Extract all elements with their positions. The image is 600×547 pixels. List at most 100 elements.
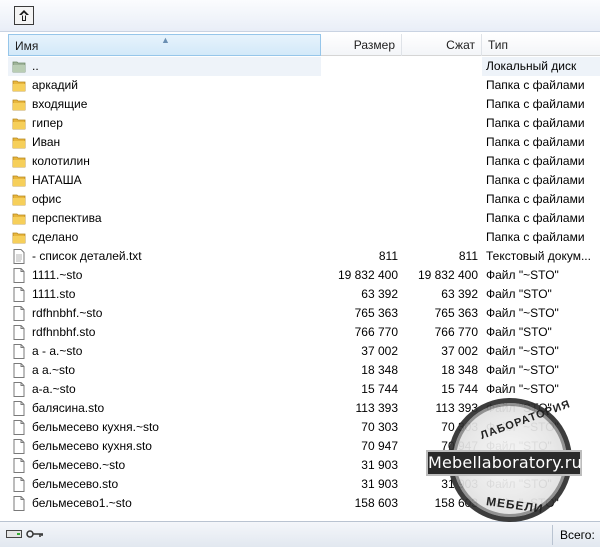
file-row[interactable]: 1111.~sto 19 832 400 19 832 400 Файл "~STO": [8, 266, 600, 285]
file-row[interactable]: rdfhnbhf.sto 766 770 766 770 Файл "STO": [8, 323, 600, 342]
row-type: Файл "STO": [486, 287, 552, 301]
file-row[interactable]: бельмесево.~sto 31 903 31 903 Файл "~STO": [8, 456, 600, 475]
row-type: Файл "STO": [486, 439, 552, 453]
folder-row[interactable]: аркадий Папка с файлами: [8, 76, 600, 95]
sort-arrow-icon: ▲: [161, 35, 170, 45]
column-header-type[interactable]: Тип: [482, 34, 600, 56]
row-name: rdfhnbhf.~sto: [32, 306, 103, 320]
column-header-size[interactable]: Размер: [321, 34, 402, 56]
file-list-pane[interactable]: ▲ Имя Размер Сжат Тип .. Локальный диск ар…: [0, 33, 600, 521]
folder-icon: [12, 116, 26, 131]
row-packed-size: 113 393: [435, 401, 479, 415]
row-name: аркадий: [32, 78, 78, 92]
folder-row[interactable]: входящие Папка с файлами: [8, 95, 600, 114]
row-name-cell: бельмесево.~sto: [8, 456, 321, 475]
row-size: 70 947: [361, 439, 398, 453]
row-name-cell: бельмесево.sto: [8, 475, 321, 494]
row-size: 31 903: [361, 477, 398, 491]
row-name: а а.~sto: [32, 363, 76, 377]
row-name-cell: офис: [8, 190, 321, 209]
folder-row[interactable]: сделано Папка с файлами: [8, 228, 600, 247]
row-name: бельмесево1.~sto: [32, 496, 132, 510]
row-packed-size: [402, 133, 482, 152]
column-header-name[interactable]: ▲ Имя: [8, 34, 321, 56]
file-row[interactable]: rdfhnbhf.~sto 765 363 765 363 Файл "~STO": [8, 304, 600, 323]
row-name-cell: бельмесево1.~sto: [8, 494, 321, 513]
file-row[interactable]: бельмесево.sto 31 903 31 903 Файл "STO": [8, 475, 600, 494]
row-name-cell: а-а.~sto: [8, 380, 321, 399]
row-name: ..: [32, 59, 39, 73]
file-row[interactable]: балясина.sto 113 393 113 393 Файл "STO": [8, 399, 600, 418]
folder-row[interactable]: Иван Папка с файлами: [8, 133, 600, 152]
status-total-label: Всего:: [560, 528, 595, 542]
column-header-type-label: Тип: [488, 38, 509, 52]
key-icon[interactable]: [26, 528, 44, 542]
row-size: 766 770: [354, 325, 398, 339]
row-packed-size: 18 348: [441, 363, 478, 377]
row-name: НАТАША: [32, 173, 82, 187]
row-type: Файл "~STO": [486, 268, 559, 282]
row-type: Папка с файлами: [486, 230, 585, 244]
file-row[interactable]: а а.~sto 18 348 18 348 Файл "~STO": [8, 361, 600, 380]
file-row[interactable]: а - а.~sto 37 002 37 002 Файл "~STO": [8, 342, 600, 361]
file-row[interactable]: бельмесево1.~sto 158 603 158 603 Файл "~STO…: [8, 494, 600, 513]
row-packed-size: 15 744: [441, 382, 478, 396]
row-name: Иван: [32, 135, 61, 149]
file-row[interactable]: 1111.sto 63 392 63 392 Файл "STO": [8, 285, 600, 304]
row-name: бельмесево кухня.sto: [32, 439, 152, 453]
row-size: [321, 95, 402, 114]
row-size: 15 744: [361, 382, 398, 396]
row-name: бельмесево.~sto: [32, 458, 126, 472]
folder-icon: [12, 192, 26, 207]
row-name-cell: колотилин: [8, 152, 321, 171]
row-type: Папка с файлами: [486, 173, 585, 187]
row-name: 1111.~sto: [32, 268, 83, 282]
row-packed-size: [402, 57, 482, 76]
folder-row[interactable]: НАТАША Папка с файлами: [8, 171, 600, 190]
row-name: перспектива: [32, 211, 102, 225]
parent-folder-row[interactable]: .. Локальный диск: [8, 57, 600, 76]
row-type: Файл "STO": [486, 477, 552, 491]
folder-row[interactable]: офис Папка с файлами: [8, 190, 600, 209]
row-size: 765 363: [354, 306, 398, 320]
row-name: а-а.~sto: [32, 382, 76, 396]
row-packed-size: 31 903: [441, 477, 478, 491]
column-header-packed[interactable]: Сжат: [402, 34, 482, 56]
row-name: 1111.sto: [32, 287, 76, 301]
row-name-cell: перспектива: [8, 209, 321, 228]
parent-folder-icon: [12, 59, 26, 74]
file-icon: [12, 420, 26, 435]
file-row[interactable]: бельмесево кухня.sto 70 947 70 947 Файл "ST…: [8, 437, 600, 456]
folder-icon: [12, 78, 26, 93]
row-name-cell: Иван: [8, 133, 321, 152]
file-row[interactable]: - список деталей.txt 811 811 Текстовый доку…: [8, 247, 600, 266]
file-icon: [12, 363, 26, 378]
row-name: гипер: [32, 116, 63, 130]
folder-row[interactable]: гипер Папка с файлами: [8, 114, 600, 133]
file-row[interactable]: бельмесево кухня.~sto 70 303 70 303 Файл "~…: [8, 418, 600, 437]
row-size: [321, 190, 402, 209]
row-size: 63 392: [361, 287, 398, 301]
row-size: [321, 57, 402, 76]
row-name-cell: НАТАША: [8, 171, 321, 190]
folder-icon: [12, 154, 26, 169]
file-icon: [12, 382, 26, 397]
folder-row[interactable]: перспектива Папка с файлами: [8, 209, 600, 228]
row-name: а - а.~sto: [32, 344, 83, 358]
row-packed-size: 766 770: [434, 325, 478, 339]
row-type: Файл "~STO": [486, 344, 559, 358]
row-name-cell: - список деталей.txt: [8, 247, 321, 266]
column-header: ▲ Имя Размер Сжат Тип: [8, 34, 600, 56]
toolbar: [0, 0, 600, 32]
row-type: Файл "~STO": [486, 382, 559, 396]
row-size: 158 603: [354, 496, 398, 510]
column-header-size-label: Размер: [353, 38, 395, 52]
file-icon: [12, 458, 26, 473]
folder-row[interactable]: колотилин Папка с файлами: [8, 152, 600, 171]
file-icon: [12, 439, 26, 454]
folder-icon: [12, 211, 26, 226]
drive-icon[interactable]: [6, 528, 22, 542]
row-packed-size: 63 392: [441, 287, 478, 301]
up-folder-button[interactable]: [14, 6, 34, 25]
file-row[interactable]: а-а.~sto 15 744 15 744 Файл "~STO": [8, 380, 600, 399]
